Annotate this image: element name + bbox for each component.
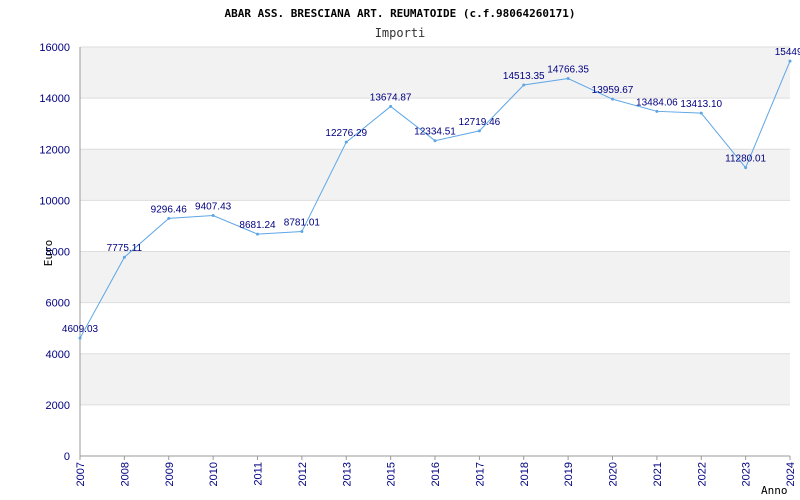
data-label: 13674.87: [370, 92, 412, 103]
chart-subtitle: Importi: [375, 26, 426, 40]
data-label: 15449.: [775, 47, 800, 58]
data-label: 14513.35: [503, 71, 545, 82]
x-tick-label: 2008: [119, 462, 131, 486]
data-label: 12276.29: [325, 128, 367, 139]
x-tick-label: 2009: [164, 462, 176, 486]
y-tick-label: 0: [64, 451, 70, 463]
y-tick-label: 14000: [39, 93, 70, 105]
data-point: [167, 216, 171, 220]
data-point: [477, 129, 481, 133]
y-axis-label: Euro: [42, 240, 55, 267]
x-axis-label: Anno: [761, 484, 788, 497]
data-point: [78, 336, 82, 340]
line-chart: 0200040006000800010000120001400016000 20…: [39, 7, 800, 497]
x-tick-label: 2018: [519, 462, 531, 486]
chart-title: ABAR ASS. BRESCIANA ART. REUMATOIDE (c.f…: [225, 7, 576, 20]
x-tick-labels: 2007 2008 2009 2010 2011 2012 2013 2015 2016 2017…: [75, 456, 797, 486]
data-label: 12334.51: [414, 127, 456, 138]
x-tick-label: 2017: [474, 462, 486, 486]
data-label: 9296.46: [151, 204, 188, 215]
data-point: [744, 166, 748, 170]
data-point: [389, 104, 393, 108]
data-point: [344, 140, 348, 144]
data-label: 13484.06: [636, 97, 678, 108]
data-point: [211, 214, 215, 218]
data-point: [522, 83, 526, 87]
data-label: 14766.35: [547, 65, 589, 76]
x-tick-label: 2013: [341, 462, 353, 486]
x-tick-label: 2023: [741, 462, 753, 486]
data-label: 8681.24: [239, 220, 276, 231]
plot-band: [80, 251, 790, 303]
x-tick-label: 2007: [75, 462, 87, 486]
plot-band: [80, 149, 790, 201]
x-tick-label: 2016: [430, 462, 442, 486]
data-label: 13413.10: [680, 99, 722, 110]
plot-band: [80, 353, 790, 405]
plot-band: [80, 47, 790, 99]
y-tick-label: 2000: [46, 400, 70, 412]
x-tick-label: 2021: [652, 462, 664, 486]
data-label: 9407.43: [195, 202, 232, 213]
data-point: [433, 139, 437, 143]
x-tick-label: 2012: [297, 462, 309, 486]
y-tick-label: 4000: [46, 349, 70, 361]
data-point: [122, 255, 126, 259]
data-point: [566, 77, 570, 81]
x-tick-label: 2011: [253, 462, 265, 486]
x-tick-label: 2015: [386, 462, 398, 486]
plot-band: [80, 302, 790, 354]
data-point: [611, 97, 614, 101]
data-label: 4609.03: [62, 324, 99, 335]
data-point: [300, 230, 304, 234]
data-point: [256, 232, 259, 236]
y-tick-label: 12000: [39, 144, 70, 156]
data-point: [788, 59, 792, 63]
data-label: 7775.11: [107, 243, 143, 254]
y-tick-label: 10000: [39, 195, 70, 207]
plot-band: [80, 404, 790, 456]
data-label: 8781.01: [284, 218, 321, 229]
x-tick-label: 2020: [608, 462, 620, 486]
x-tick-label: 2010: [208, 462, 220, 486]
data-label: 11280.01: [725, 154, 766, 165]
data-point: [699, 111, 703, 115]
y-tick-label: 16000: [39, 42, 70, 54]
y-tick-label: 6000: [46, 298, 70, 310]
data-label: 13959.67: [592, 85, 634, 96]
x-tick-label: 2022: [696, 462, 708, 486]
x-tick-label: 2024: [785, 462, 797, 486]
data-label: 12719.46: [459, 117, 501, 128]
data-point: [655, 109, 659, 113]
x-tick-label: 2019: [563, 462, 575, 486]
